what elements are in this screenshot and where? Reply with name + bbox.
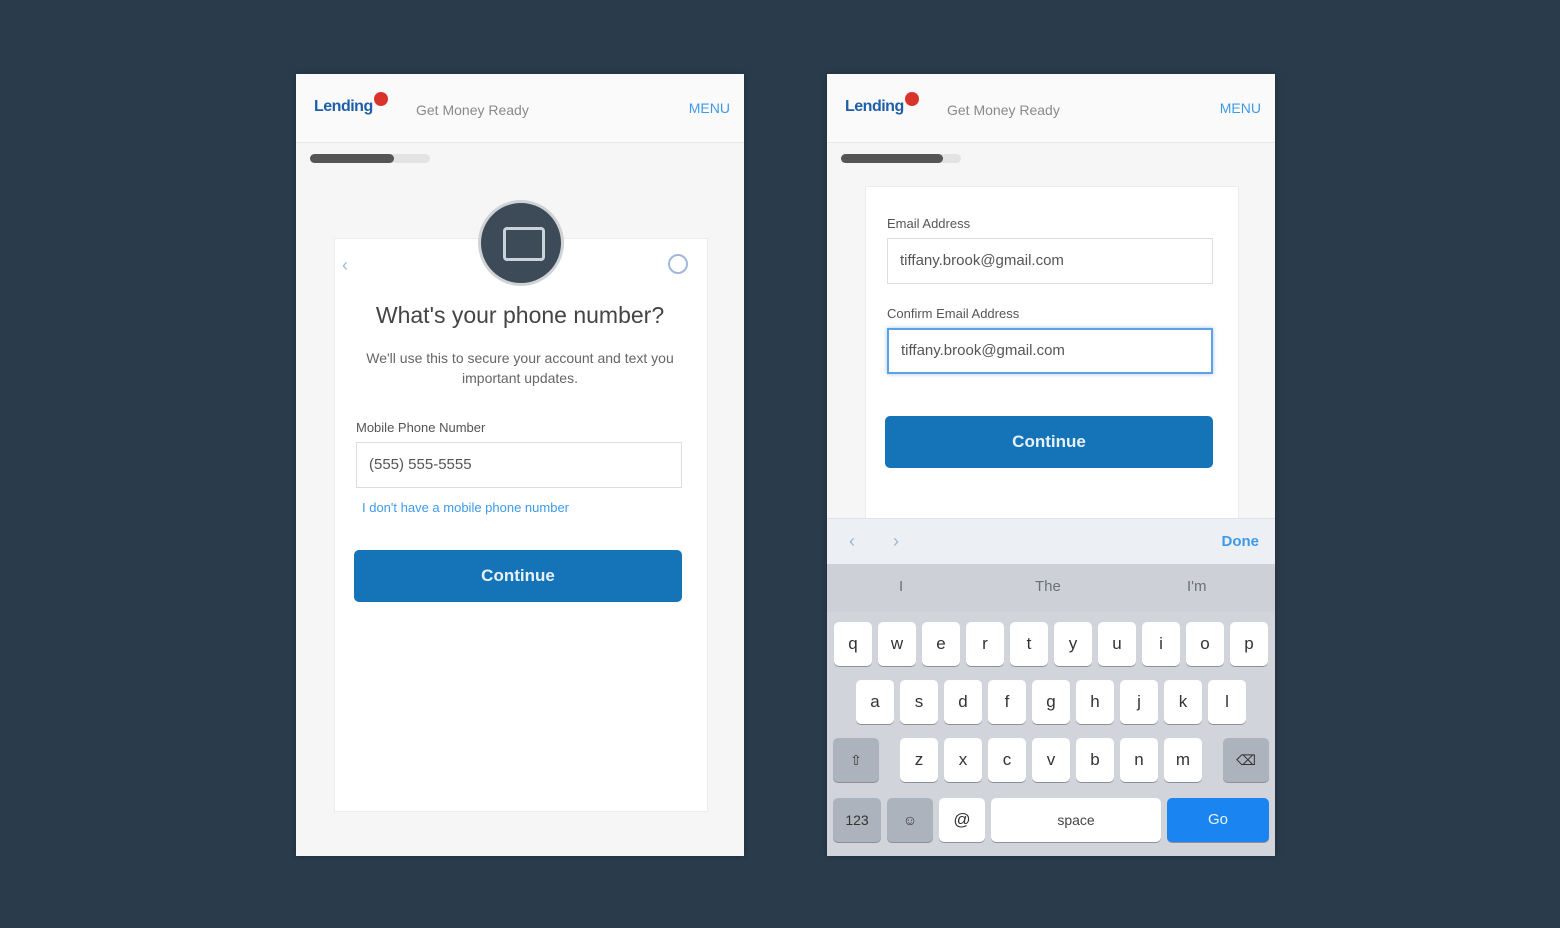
brand-logo: Lending (314, 98, 373, 115)
back-arrow-icon[interactable]: ‹ (342, 256, 360, 274)
brand-logo: Lending (845, 98, 904, 115)
key-e[interactable]: e (922, 622, 960, 666)
suggestion-item[interactable]: I'm (1187, 578, 1207, 595)
key-q[interactable]: q (834, 622, 872, 666)
numbers-key[interactable]: 123 (833, 798, 881, 842)
previous-field-icon[interactable]: ‹ (849, 531, 855, 552)
key-d[interactable]: d (944, 680, 982, 724)
top-bar: Lending Get Money Ready MENU (827, 74, 1275, 143)
app-title: Get Money Ready (947, 102, 1060, 118)
key-t[interactable]: t (1010, 622, 1048, 666)
key-z[interactable]: z (900, 738, 938, 782)
key-w[interactable]: w (878, 622, 916, 666)
key-o[interactable]: o (1186, 622, 1224, 666)
key-u[interactable]: u (1098, 622, 1136, 666)
phone-number-input[interactable]: (555) 555-5555 (356, 442, 682, 488)
progress-fill (310, 154, 394, 163)
emoji-key[interactable]: ☺ (887, 798, 933, 842)
key-p[interactable]: p (1230, 622, 1268, 666)
space-key[interactable]: space (991, 798, 1161, 842)
continue-button[interactable]: Continue (885, 416, 1213, 468)
email-input[interactable]: tiffany.brook@gmail.com (887, 238, 1213, 284)
key-f[interactable]: f (988, 680, 1026, 724)
keyboard-accessory-bar: ‹ › Done (827, 518, 1275, 565)
key-r[interactable]: r (966, 622, 1004, 666)
key-c[interactable]: c (988, 738, 1026, 782)
help-icon[interactable] (668, 254, 688, 274)
continue-button[interactable]: Continue (354, 550, 682, 602)
progress-fill (841, 154, 943, 163)
key-l[interactable]: l (1208, 680, 1246, 724)
at-key[interactable]: @ (939, 798, 985, 842)
key-i[interactable]: i (1142, 622, 1180, 666)
predictive-text-bar: I The I'm (827, 564, 1275, 612)
confirm-email-input[interactable]: tiffany.brook@gmail.com (887, 328, 1213, 374)
app-title: Get Money Ready (416, 102, 529, 118)
key-m[interactable]: m (1164, 738, 1202, 782)
key-a[interactable]: a (856, 680, 894, 724)
menu-link[interactable]: MENU (1220, 100, 1261, 116)
page-subtitle: We'll use this to secure your account an… (366, 350, 674, 386)
email-field-label: Email Address (887, 216, 971, 231)
progress-bar (310, 154, 430, 163)
key-h[interactable]: h (1076, 680, 1114, 724)
on-screen-keyboard: ⇧ ⌫ 123 ☺ @ space Go qwertyuiop asdfghjkl… (827, 612, 1275, 856)
key-j[interactable]: j (1120, 680, 1158, 724)
phone-screen-email: Lending Get Money Ready MENU Email Addre… (827, 74, 1275, 856)
no-mobile-link[interactable]: I don't have a mobile phone number (362, 500, 569, 515)
key-n[interactable]: n (1120, 738, 1158, 782)
brand-logo-mark (905, 92, 919, 106)
avatar (478, 200, 564, 286)
shift-key[interactable]: ⇧ (833, 738, 879, 782)
key-g[interactable]: g (1032, 680, 1070, 724)
delete-key[interactable]: ⌫ (1223, 738, 1269, 782)
menu-link[interactable]: MENU (689, 100, 730, 116)
confirm-email-label: Confirm Email Address (887, 306, 1020, 321)
key-s[interactable]: s (900, 680, 938, 724)
key-b[interactable]: b (1076, 738, 1114, 782)
progress-bar (841, 154, 961, 163)
suggestion-item[interactable]: I (899, 578, 903, 595)
go-key[interactable]: Go (1167, 798, 1269, 842)
done-button[interactable]: Done (1222, 533, 1260, 550)
top-bar: Lending Get Money Ready MENU (296, 74, 744, 143)
key-x[interactable]: x (944, 738, 982, 782)
key-y[interactable]: y (1054, 622, 1092, 666)
phone-field-label: Mobile Phone Number (356, 420, 486, 435)
key-k[interactable]: k (1164, 680, 1202, 724)
phone-screen-phone-number: Lending Get Money Ready MENU ‹ What's yo… (296, 74, 744, 856)
next-field-icon[interactable]: › (893, 531, 899, 552)
page-heading: What's your phone number? (375, 302, 665, 328)
key-v[interactable]: v (1032, 738, 1070, 782)
suggestion-item[interactable]: The (1035, 578, 1061, 595)
brand-logo-mark (374, 92, 388, 106)
lock-icon (503, 227, 545, 261)
